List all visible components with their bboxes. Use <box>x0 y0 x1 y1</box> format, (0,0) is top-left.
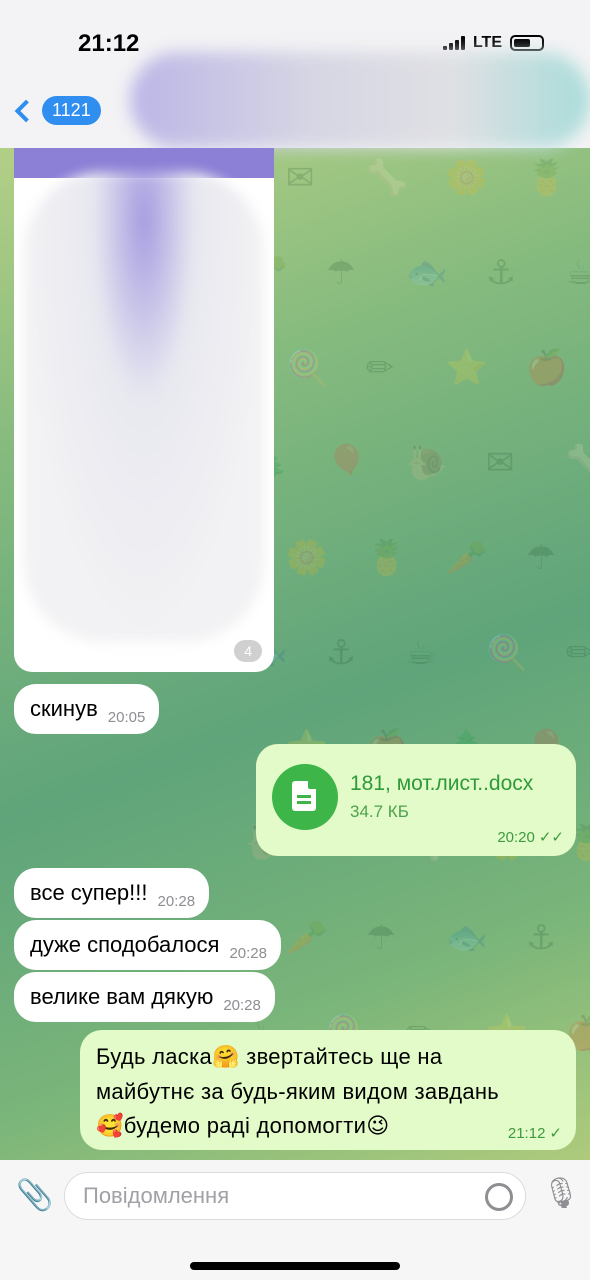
incoming-message[interactable]: велике вам дякую 20:28 <box>14 972 275 1022</box>
file-name: 181, мот.лист..docx <box>350 772 534 795</box>
message-text: все супер!!! <box>30 880 148 905</box>
message-time: 20:05 <box>107 709 146 726</box>
wallpaper-doodle-icon: ✉ <box>285 158 315 198</box>
wallpaper-doodle-icon: ✏ <box>365 348 395 388</box>
wallpaper-doodle-icon: 🐟 <box>405 253 449 293</box>
message-text: скинув <box>30 696 98 721</box>
double-check-icon: ✓✓ <box>538 829 564 846</box>
wallpaper-doodle-icon: ☂ <box>325 253 357 293</box>
wallpaper-doodle-icon: 🦴 <box>565 443 590 483</box>
chat-title-redacted[interactable] <box>130 52 590 148</box>
hugging-emoji: 🤗 <box>212 1045 240 1070</box>
wallpaper-doodle-icon: ☂ <box>365 918 397 958</box>
network-label: LTE <box>472 34 502 51</box>
status-icons: LTE <box>442 34 544 52</box>
message-input[interactable] <box>83 1173 463 1219</box>
photo-redacted <box>24 172 264 642</box>
message-text: дуже сподобалося <box>30 932 220 957</box>
wallpaper-doodle-icon: 🎈 <box>325 443 369 483</box>
message-time: 20:20 <box>497 828 535 846</box>
signal-icon <box>442 36 465 50</box>
back-button[interactable]: 1121 <box>12 96 101 125</box>
sticker-icon[interactable] <box>485 1183 513 1211</box>
incoming-message[interactable]: дуже сподобалося 20:28 <box>14 920 281 970</box>
check-icon: ✓ <box>549 1125 562 1142</box>
wallpaper-doodle-icon: ⚓ <box>485 253 517 293</box>
wallpaper-doodle-icon: 🍍 <box>525 158 569 198</box>
wallpaper-doodle-icon: 🐌 <box>405 443 449 483</box>
wallpaper-doodle-icon: ✉ <box>485 443 515 483</box>
status-time: 21:12 <box>78 30 140 57</box>
attachment-icon[interactable]: 📎 <box>16 1178 53 1213</box>
wallpaper-doodle-icon: ⚓ <box>325 633 357 673</box>
message-text: Будь ласка🤗 звертайтесь ще на майбутнє з… <box>96 1044 500 1139</box>
message-time: 20:28 <box>223 997 261 1014</box>
chevron-left-icon <box>14 99 38 122</box>
outgoing-message[interactable]: Будь ласка🤗 звертайтесь ще на майбутнє з… <box>80 1030 576 1150</box>
wallpaper-doodle-icon: ☕ <box>565 253 590 293</box>
wallpaper-doodle-icon: 🌼 <box>285 538 329 578</box>
microphone-icon[interactable]: 🎙 <box>542 1176 580 1211</box>
wallpaper-doodle-icon: ⭐ <box>445 348 489 388</box>
file-size: 34.7 КБ <box>350 802 409 821</box>
wallpaper-doodle-icon: 🍎 <box>525 348 569 388</box>
message-text: велике вам дякую <box>30 984 214 1009</box>
file-message[interactable]: 181, мот.лист..docx 34.7 КБ 20:20 ✓✓ <box>256 744 576 856</box>
home-indicator <box>190 1262 400 1270</box>
wallpaper-doodle-icon: ☕ <box>405 633 437 673</box>
photo-time: 4 <box>234 640 262 662</box>
unread-badge: 1121 <box>42 96 101 125</box>
wallpaper-doodle-icon: 🌼 <box>445 158 489 198</box>
wallpaper-doodle-icon: ✏ <box>565 633 590 673</box>
wallpaper-doodle-icon: 🥕 <box>285 918 329 958</box>
photo-message[interactable]: 4 <box>14 148 274 672</box>
composer-bar: 📎 🎙 <box>0 1160 590 1280</box>
top-bar: 21:12 LTE 1121 <box>0 0 590 148</box>
message-time: 20:28 <box>157 893 196 910</box>
wallpaper-doodle-icon: ☂ <box>525 538 557 578</box>
wallpaper-doodle-icon: ⚓ <box>525 918 557 958</box>
message-field[interactable] <box>64 1172 526 1220</box>
wallpaper-doodle-icon: 🥕 <box>445 538 489 578</box>
document-icon[interactable] <box>272 764 338 830</box>
wallpaper-doodle-icon: 🍭 <box>485 633 529 673</box>
battery-icon <box>510 35 544 51</box>
incoming-message[interactable]: скинув 20:05 <box>14 684 160 734</box>
wallpaper-doodle-icon: 🍍 <box>365 538 409 578</box>
message-time: 20:28 <box>229 945 267 962</box>
smiling-hearts-emoji: 🥰 <box>96 1114 124 1139</box>
wallpaper-doodle-icon: 🦴 <box>365 158 409 198</box>
wallpaper-doodle-icon: 🍭 <box>285 348 329 388</box>
incoming-message[interactable]: все супер!!! 20:28 <box>14 868 210 918</box>
wallpaper-doodle-icon: 🐟 <box>445 918 489 958</box>
message-time: 21:12 <box>507 1124 546 1142</box>
winking-emoji: 😉 <box>366 1114 390 1139</box>
